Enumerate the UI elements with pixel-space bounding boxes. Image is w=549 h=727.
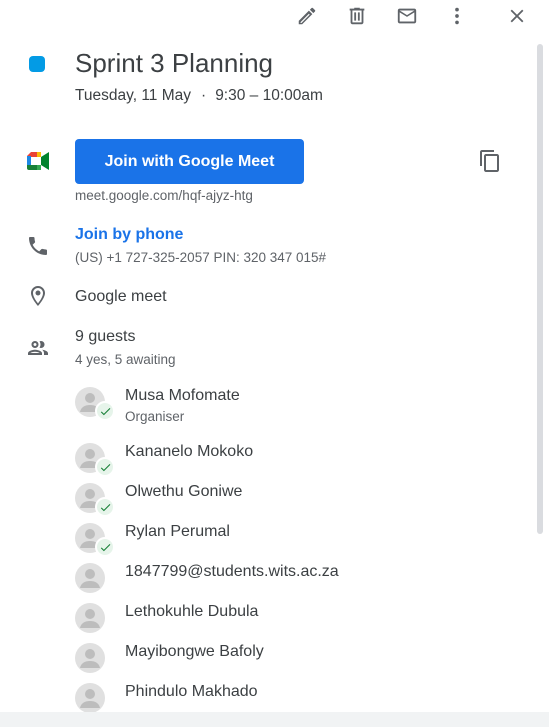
guest-rsvp-summary: 4 yes, 5 awaiting (75, 352, 176, 367)
meet-link-text: meet.google.com/hqf-ajyz-htg (75, 188, 253, 203)
guest-name: Mayibongwe Bafoly (125, 643, 264, 660)
guest-name: 1847799@students.wits.ac.za (125, 563, 339, 580)
guest-item[interactable]: Rylan Perumal (75, 523, 515, 559)
guest-name: Kananelo Mokoko (125, 443, 254, 460)
close-button[interactable] (503, 2, 531, 30)
people-icon (26, 336, 50, 360)
guest-name: Lethokuhle Dubula (125, 603, 259, 620)
guest-item[interactable]: Musa Mofomate Organiser (75, 387, 515, 424)
person-silhouette-icon (80, 569, 100, 588)
avatar (75, 603, 105, 633)
location-pin-icon (26, 284, 50, 308)
event-datetime: Tuesday, 11 May · 9:30 – 10:00am (75, 87, 323, 105)
email-guests-button[interactable] (393, 2, 421, 30)
scrollbar-thumb[interactable] (537, 44, 543, 534)
person-silhouette-icon (80, 609, 100, 628)
guest-item[interactable]: Mayibongwe Bafoly (75, 643, 515, 679)
guest-name: Olwethu Goniwe (125, 483, 243, 500)
phone-dial-in-details: (US) +1 727-325-2057 PIN: 320 347 015# (75, 250, 327, 265)
event-location: Google meet (75, 288, 167, 305)
accepted-check-icon (95, 497, 115, 517)
guest-item[interactable]: 1847799@students.wits.ac.za (75, 563, 515, 599)
guest-role: Organiser (125, 409, 185, 424)
guest-item[interactable]: Kananelo Mokoko (75, 443, 515, 479)
join-by-phone-link[interactable]: Join by phone (75, 226, 183, 244)
guest-item[interactable]: Olwethu Goniwe (75, 483, 515, 519)
scroll-edge-shadow (0, 712, 549, 727)
more-options-button[interactable] (443, 2, 471, 30)
event-time: 9:30 – 10:00am (215, 87, 323, 104)
copy-conference-info-button[interactable] (478, 149, 502, 173)
event-title: Sprint 3 Planning (75, 48, 274, 78)
person-silhouette-icon (80, 689, 100, 708)
event-date: Tuesday, 11 May (75, 87, 192, 104)
accepted-check-icon (95, 537, 115, 557)
guest-item[interactable]: Lethokuhle Dubula (75, 603, 515, 639)
guest-count: 9 guests (75, 328, 136, 345)
close-icon (510, 9, 524, 23)
accepted-check-icon (95, 401, 115, 421)
accepted-check-icon (95, 457, 115, 477)
pencil-icon (298, 7, 316, 25)
phone-icon (26, 234, 50, 258)
person-silhouette-icon (80, 649, 100, 668)
join-google-meet-button[interactable]: Join with Google Meet (75, 139, 304, 184)
more-vert-icon (455, 7, 459, 25)
avatar (75, 563, 105, 593)
guest-name: Rylan Perumal (125, 523, 230, 540)
trash-icon (349, 7, 365, 25)
edit-event-button[interactable] (293, 2, 321, 30)
datetime-separator: · (201, 87, 207, 104)
guest-name: Phindulo Makhado (125, 683, 258, 700)
delete-event-button[interactable] (343, 2, 371, 30)
guest-name: Musa Mofomate (125, 387, 240, 404)
calendar-color-indicator (29, 56, 45, 72)
copy-icon (480, 150, 499, 172)
mail-icon (397, 8, 417, 24)
event-toolbar (0, 0, 549, 32)
avatar (75, 683, 105, 713)
google-meet-icon (27, 152, 49, 170)
avatar (75, 643, 105, 673)
